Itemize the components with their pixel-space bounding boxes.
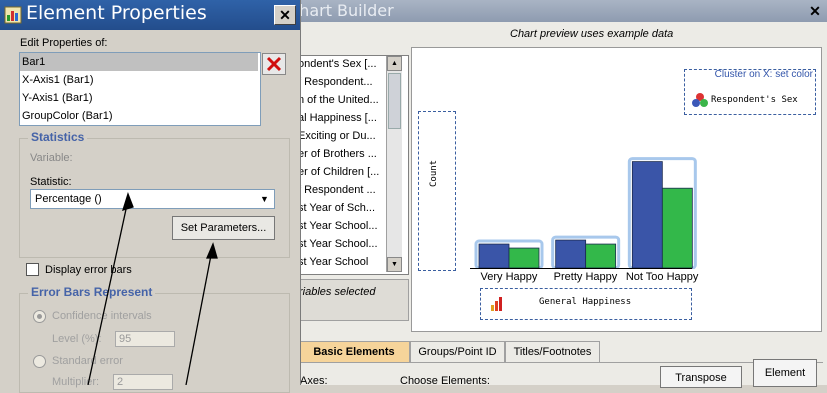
standard-error-radio[interactable] [33,355,46,368]
tab-basic-elements[interactable]: Basic Elements [298,341,410,362]
delete-x-icon [266,56,282,72]
cluster-color-icon [692,93,708,107]
list-item[interactable]: X-Axis1 (Bar1) [20,71,258,89]
scroll-up-arrow-icon[interactable]: ▲ [387,56,402,71]
list-item[interactable]: st Year of Sch... [298,202,396,219]
display-error-bars-checkbox[interactable] [26,263,39,276]
variable-list-scrollbar[interactable]: ▲ ▼ [386,56,402,272]
bar [555,239,587,269]
x-axis-label: General Happiness [539,297,632,307]
variable-label: Variable: [30,152,73,164]
x-axis-line [470,268,692,269]
list-item[interactable]: er of Brothers ... [298,148,396,165]
chart-builder-close-icon[interactable]: ✕ [807,3,823,19]
bar [585,243,617,269]
close-icon[interactable]: ✕ [274,5,296,25]
confidence-intervals-radio[interactable] [33,310,46,323]
multiplier-label: Multiplier: [52,376,100,388]
chart-builder-titlebar[interactable]: Chart Builder ✕ [260,0,827,22]
scroll-thumb[interactable] [388,73,401,129]
element-properties-app-icon [4,6,22,24]
list-item[interactable]: ondent's Sex [... [298,58,396,75]
statistic-label: Statistic: [30,176,72,188]
cluster-legend-title: Cluster on X: set color [714,69,813,80]
list-item[interactable]: Bar1 [20,53,258,71]
element-properties-dialog: Element Properties ✕ Edit Properties of:… [0,0,301,393]
y-axis-label: Count [429,159,439,187]
list-item[interactable]: st Year School... [298,238,396,255]
list-item[interactable]: Exciting or Du... [298,130,396,147]
statistics-heading: Statistics [28,130,88,144]
preview-caption: Chart preview uses example data [510,28,674,40]
element-properties-button[interactable]: Element [753,359,817,387]
bar-chart-icon [491,297,502,311]
list-item[interactable]: al Happiness [... [298,112,396,129]
bar [508,247,540,269]
cluster-drop-zone[interactable]: Cluster on X: set color Respondent's Sex [684,69,816,115]
selection-status: riables selected [295,279,409,321]
x-tick-label: Not Too Happy [625,271,699,283]
tab-divider [298,362,823,363]
list-item[interactable]: st Year School [298,256,396,270]
choose-elements-label: Choose Elements: [400,375,490,387]
display-error-bars-label: Display error bars [45,264,132,276]
list-item[interactable]: GroupColor (Bar1) [20,107,258,125]
error-bars-heading: Error Bars Represent [28,285,156,299]
edit-properties-label: Edit Properties of: [20,37,108,49]
axes-label: Axes: [300,375,328,387]
statistic-select[interactable]: Percentage () ▼ [30,189,275,209]
statistic-select-value: Percentage () [35,193,102,205]
x-tick-label: Very Happy [480,271,538,283]
element-properties-title: Element Properties [26,2,207,24]
bar [661,187,693,269]
multiplier-field[interactable]: 2 [113,374,173,390]
level-field[interactable]: 95 [115,331,175,347]
cluster-legend-label: Respondent's Sex [711,95,798,105]
list-item[interactable]: st Year School... [298,220,396,237]
list-item[interactable]: f Respondent... [298,76,396,93]
level-label: Level (%): [52,333,102,345]
bar [478,243,510,269]
list-item[interactable]: Y-Axis1 (Bar1) [20,89,258,107]
y-axis-drop-zone[interactable]: Count [418,111,456,271]
standard-error-label: Standard error [52,355,123,367]
bar-chart [474,157,697,269]
radio-selected-dot [37,314,42,319]
set-parameters-button[interactable]: Set Parameters... [172,216,275,240]
element-properties-titlebar[interactable]: Element Properties ✕ [0,0,300,30]
edit-properties-list[interactable]: Bar1 X-Axis1 (Bar1) Y-Axis1 (Bar1) Group… [19,52,261,126]
x-axis-drop-zone[interactable]: General Happiness [480,288,692,320]
gallery-tabs: Basic Elements Groups/Point ID Titles/Fo… [298,341,818,363]
confidence-intervals-label: Confidence intervals [52,310,152,322]
list-item[interactable]: f Respondent ... [298,184,396,201]
delete-element-button[interactable] [262,53,286,75]
tab-groups-point-id[interactable]: Groups/Point ID [410,341,505,362]
list-item[interactable]: er of Children [... [298,166,396,183]
selection-status-text: riables selected [299,286,376,298]
chart-builder-window: Chart Builder ✕ ondent's Sex [... f Resp… [260,0,827,388]
chart-builder-title: Chart Builder [288,1,394,20]
bar [631,161,663,269]
chevron-down-icon[interactable]: ▼ [257,192,272,206]
list-item[interactable]: n of the United... [298,94,396,111]
scroll-down-arrow-icon[interactable]: ▼ [387,257,402,272]
x-tick-label: Pretty Happy [553,271,618,283]
tab-titles-footnotes[interactable]: Titles/Footnotes [505,341,600,362]
